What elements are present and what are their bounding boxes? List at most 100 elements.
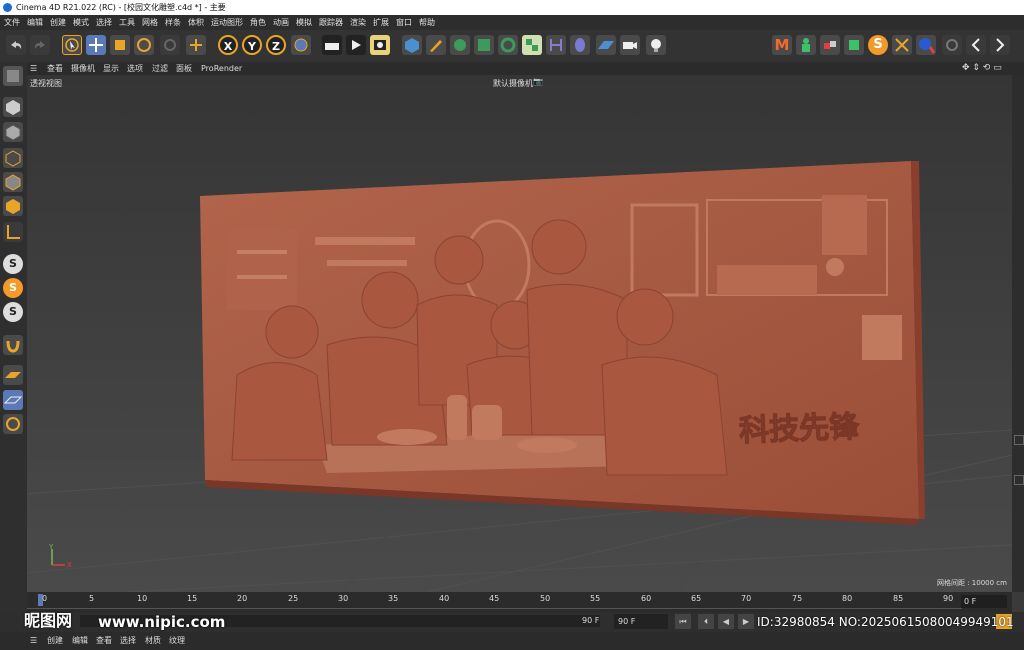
x-axis-lock-button[interactable]: X <box>218 35 238 55</box>
add-icon[interactable] <box>186 35 206 55</box>
current-frame-field[interactable]: 0 F <box>961 595 1007 608</box>
menu-render[interactable]: 渲染 <box>350 15 366 30</box>
menu-spline[interactable]: 样条 <box>165 15 181 30</box>
menu-mesh[interactable]: 网格 <box>142 15 158 30</box>
menu-help[interactable]: 帮助 <box>419 15 435 30</box>
viewport-hamburger-icon[interactable]: ☰ <box>30 62 37 75</box>
perspective-viewport[interactable]: 科技先锋 透视视图 默认摄像机 📷 Y X 网格间距 : 10000 cm <box>27 75 1012 592</box>
camera-label[interactable]: 默认摄像机 <box>493 78 533 89</box>
field-icon[interactable] <box>570 35 590 55</box>
pen-icon[interactable] <box>426 35 446 55</box>
mm-menu-select[interactable]: 选择 <box>120 632 136 650</box>
undo-icon[interactable] <box>6 35 26 55</box>
green-cube-icon[interactable] <box>844 35 864 55</box>
menu-window[interactable]: 窗口 <box>396 15 412 30</box>
plugin-s1-button[interactable]: S <box>3 254 23 274</box>
plugin-s2-button[interactable]: S <box>3 278 23 298</box>
mm-menu-view[interactable]: 查看 <box>96 632 112 650</box>
vp-menu-cameras[interactable]: 摄像机 <box>71 62 95 75</box>
world-coordinates-icon[interactable] <box>291 35 311 55</box>
z-axis-lock-button[interactable]: Z <box>266 35 286 55</box>
recent-tool-icon[interactable] <box>160 35 180 55</box>
menu-volume[interactable]: 体积 <box>188 15 204 30</box>
plugin-m-button[interactable]: M <box>772 35 792 55</box>
floor-icon[interactable] <box>596 35 616 55</box>
prev-frame-icon[interactable]: ⏴ <box>698 614 714 629</box>
menu-file[interactable]: 文件 <box>4 15 20 30</box>
snap-icon[interactable] <box>892 35 912 55</box>
select-cursor-icon[interactable] <box>62 35 82 55</box>
tick-label: 20 <box>237 594 248 603</box>
edges-mode-icon[interactable] <box>3 172 23 192</box>
mm-hamburger-icon[interactable]: ☰ <box>30 632 37 650</box>
camera-icon[interactable]: 📷 <box>533 77 543 86</box>
move-icon[interactable] <box>86 35 106 55</box>
mm-menu-material[interactable]: 材质 <box>145 632 161 650</box>
chevron-left-icon[interactable] <box>966 35 986 55</box>
mm-menu-edit[interactable]: 编辑 <box>72 632 88 650</box>
menu-tracker[interactable]: 跟踪器 <box>319 15 343 30</box>
locked-workplane-icon[interactable] <box>3 414 23 434</box>
panel-toggle-icon[interactable] <box>1014 435 1024 445</box>
vp-menu-panel[interactable]: 面板 <box>176 62 192 75</box>
vp-menu-view[interactable]: 查看 <box>47 62 63 75</box>
vp-menu-filter[interactable]: 过滤 <box>152 62 168 75</box>
figure-icon[interactable] <box>796 35 816 55</box>
extrude-icon[interactable] <box>474 35 494 55</box>
cube-icon[interactable] <box>402 35 422 55</box>
menu-mograph[interactable]: 运动图形 <box>211 15 243 30</box>
deformer-icon[interactable] <box>546 35 566 55</box>
viewport-nav-icons[interactable]: ✥ ⇕ ⟲ ▭ <box>962 62 1002 75</box>
tick-label: 65 <box>691 594 702 603</box>
menu-animate[interactable]: 动画 <box>273 15 289 30</box>
model-mode-icon[interactable] <box>3 97 23 117</box>
connect-icon[interactable] <box>820 35 840 55</box>
menu-extensions[interactable]: 扩展 <box>373 15 389 30</box>
make-editable-icon[interactable] <box>3 66 23 86</box>
menu-edit[interactable]: 编辑 <box>27 15 43 30</box>
subdivision-icon[interactable] <box>450 35 470 55</box>
play-icon[interactable]: ▶ <box>738 614 754 629</box>
menu-select[interactable]: 选择 <box>96 15 112 30</box>
camera-object-icon[interactable] <box>620 35 640 55</box>
refresh-icon[interactable] <box>942 35 962 55</box>
chevron-right-icon[interactable] <box>990 35 1010 55</box>
play-backward-icon[interactable]: ◀ <box>718 614 734 629</box>
plugin-s3-button[interactable]: S <box>3 302 23 322</box>
panel-toggle-icon[interactable] <box>1014 475 1024 485</box>
tick-label: 85 <box>893 594 904 603</box>
menu-tools[interactable]: 工具 <box>119 15 135 30</box>
light-icon[interactable] <box>646 35 666 55</box>
rotate-icon[interactable] <box>134 35 154 55</box>
axis-mode-icon[interactable] <box>3 222 23 242</box>
go-to-start-icon[interactable]: ⏮ <box>675 614 691 629</box>
polygons-mode-icon[interactable] <box>3 196 23 216</box>
menu-mode[interactable]: 模式 <box>73 15 89 30</box>
vp-menu-display[interactable]: 显示 <box>103 62 119 75</box>
menu-character[interactable]: 角色 <box>250 15 266 30</box>
mm-menu-texture[interactable]: 纹理 <box>169 632 185 650</box>
plugin-s-button[interactable]: S <box>868 35 888 55</box>
magnet-icon[interactable] <box>3 335 23 355</box>
menu-create[interactable]: 创建 <box>50 15 66 30</box>
end-frame-field[interactable]: 90 F <box>614 614 668 629</box>
render-view-icon[interactable] <box>322 35 342 55</box>
redo-icon[interactable] <box>30 35 50 55</box>
y-axis-lock-button[interactable]: Y <box>242 35 262 55</box>
scale-icon[interactable] <box>110 35 130 55</box>
render-picture-viewer-icon[interactable] <box>346 35 366 55</box>
cloner-icon[interactable] <box>498 35 518 55</box>
points-mode-icon[interactable] <box>3 148 23 168</box>
workplane-icon[interactable] <box>3 365 23 385</box>
texture-mode-icon[interactable] <box>3 122 23 142</box>
menu-simulate[interactable]: 模拟 <box>296 15 312 30</box>
mm-menu-create[interactable]: 创建 <box>47 632 63 650</box>
mograph-icon[interactable] <box>522 35 542 55</box>
render-settings-icon[interactable] <box>370 35 390 55</box>
vp-menu-prorender[interactable]: ProRender <box>201 62 242 75</box>
timeline-ruler[interactable]: 0 5 10 15 20 25 30 35 40 45 50 55 60 65 … <box>27 592 1012 612</box>
grid-icon[interactable] <box>3 390 23 410</box>
vp-menu-options[interactable]: 选项 <box>127 62 143 75</box>
relief-sculpture[interactable] <box>200 161 925 525</box>
dynamics-icon[interactable] <box>916 35 936 55</box>
